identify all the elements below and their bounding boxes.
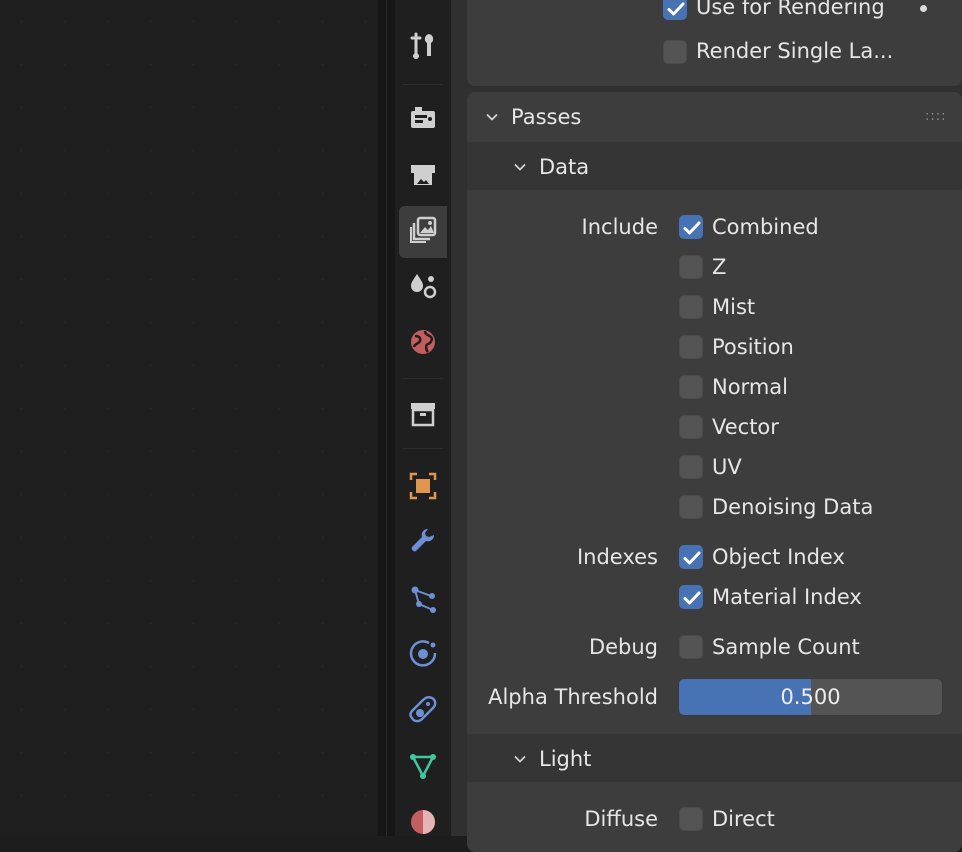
drag-grip-icon[interactable]: :::: [925, 110, 947, 123]
position-label: Position [712, 335, 794, 359]
vector-checkbox[interactable] [679, 415, 703, 439]
render-single-layer-checkbox[interactable] [663, 40, 687, 64]
tab-constraints[interactable] [399, 686, 447, 738]
diffuse-direct-checkbox[interactable] [679, 807, 703, 831]
position-checkbox[interactable] [679, 335, 703, 359]
node-editor-viewport[interactable] [0, 0, 378, 836]
tab-world[interactable] [399, 318, 447, 370]
material-index-label: Material Index [712, 585, 862, 609]
z-checkbox[interactable] [679, 255, 703, 279]
modifier-wrench-icon [407, 526, 439, 562]
alpha-threshold-slider[interactable]: 0.500 [678, 678, 943, 716]
sample-count-label: Sample Count [712, 635, 860, 659]
debug-label: Debug [588, 635, 658, 659]
include-label: Include [581, 215, 658, 239]
tab-object[interactable] [399, 462, 447, 514]
diffuse-label: Diffuse [584, 807, 658, 831]
collection-icon [407, 398, 439, 434]
uv-label: UV [712, 455, 742, 479]
tab-view-layer[interactable] [399, 206, 447, 258]
denoising-data-checkbox[interactable] [679, 495, 703, 519]
alpha-threshold-label: Alpha Threshold [488, 685, 658, 709]
particles-icon [407, 582, 439, 618]
tab-material[interactable] [399, 798, 447, 850]
alpha-threshold-value: 0.500 [780, 685, 841, 709]
data-subpanel-title[interactable]: Data [539, 157, 589, 178]
tool-icon [407, 30, 439, 66]
mesh-data-icon [407, 750, 439, 786]
tab-collection[interactable] [399, 390, 447, 442]
passes-panel-title[interactable]: Passes [511, 107, 581, 128]
uv-checkbox[interactable] [679, 455, 703, 479]
diffuse-direct-label: Direct [712, 807, 775, 831]
indexes-label: Indexes [576, 545, 658, 569]
render-icon [407, 102, 439, 138]
object-constraint-icon [407, 694, 439, 730]
physics-icon [407, 638, 439, 674]
material-icon [407, 806, 439, 842]
denoising-data-label: Denoising Data [712, 495, 874, 519]
tab-tool[interactable] [399, 22, 447, 74]
combined-label: Combined [712, 215, 819, 239]
tab-particles[interactable] [399, 574, 447, 626]
object-index-checkbox[interactable] [679, 545, 703, 569]
material-index-checkbox[interactable] [679, 585, 703, 609]
world-icon [407, 326, 439, 362]
scene-icon [407, 270, 439, 306]
tab-scene[interactable] [399, 262, 447, 314]
view-layer-icon [407, 214, 439, 250]
area-divider[interactable] [378, 0, 395, 836]
render-single-layer-label: Render Single La... [696, 39, 894, 63]
object-icon [407, 470, 439, 506]
use-for-rendering-checkbox[interactable] [663, 0, 687, 20]
data-chevron-down-icon[interactable] [513, 160, 527, 174]
mist-checkbox[interactable] [679, 295, 703, 319]
object-index-label: Object Index [712, 545, 845, 569]
combined-checkbox[interactable] [679, 215, 703, 239]
sample-count-checkbox[interactable] [679, 635, 703, 659]
tab-data[interactable] [399, 742, 447, 794]
output-icon [407, 158, 439, 194]
tab-physics[interactable] [399, 630, 447, 682]
tab-modifiers[interactable] [399, 518, 447, 570]
tab-render[interactable] [399, 94, 447, 146]
light-chevron-down-icon[interactable] [513, 752, 527, 766]
properties-tab-bar [395, 0, 451, 836]
decorator-dot-icon[interactable] [920, 5, 927, 12]
normal-label: Normal [712, 375, 788, 399]
passes-chevron-down-icon[interactable] [485, 110, 499, 124]
use-for-rendering-label: Use for Rendering [696, 0, 885, 19]
tab-output[interactable] [399, 150, 447, 202]
vector-label: Vector [712, 415, 779, 439]
normal-checkbox[interactable] [679, 375, 703, 399]
mist-label: Mist [712, 295, 756, 319]
light-subpanel-title[interactable]: Light [539, 749, 591, 770]
z-label: Z [712, 255, 727, 279]
